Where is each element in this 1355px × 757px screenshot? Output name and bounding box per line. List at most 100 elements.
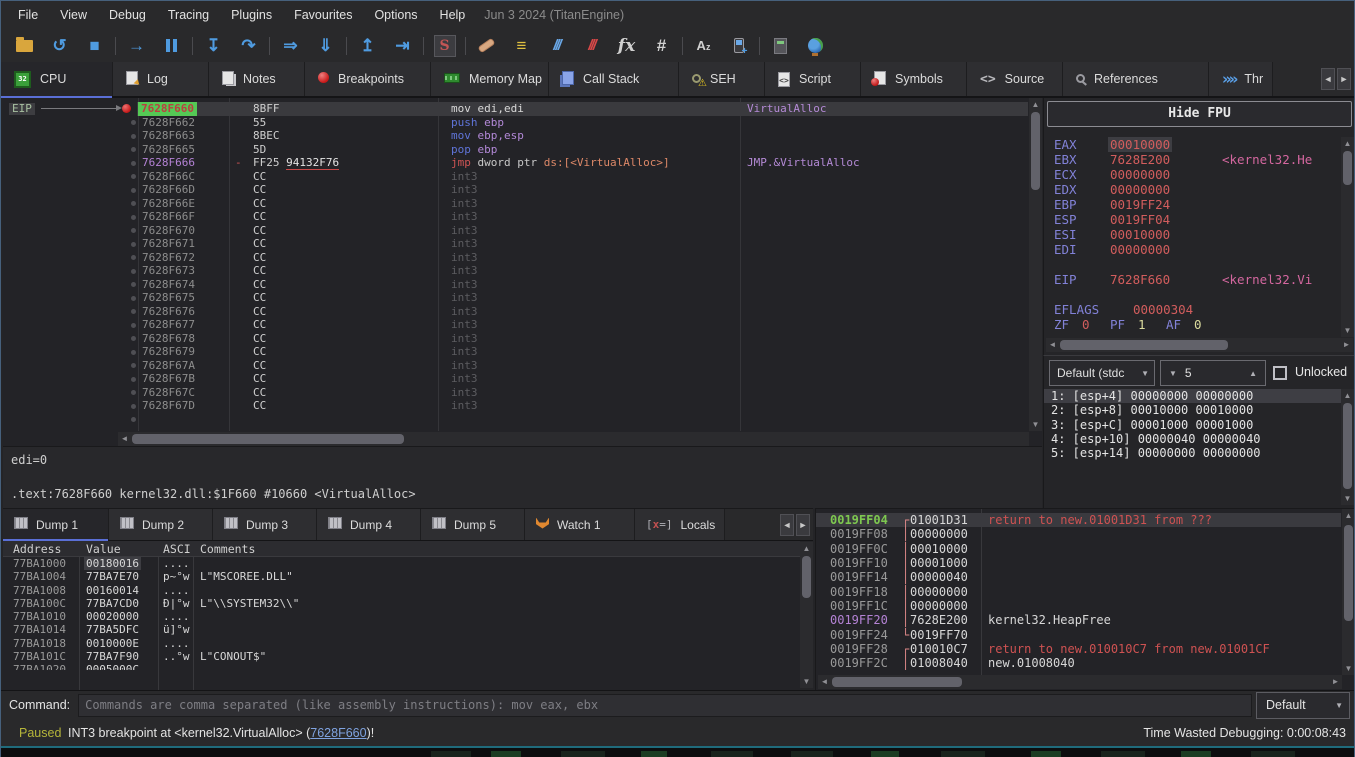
scroll-down-icon[interactable]: ▼ <box>1341 492 1354 505</box>
tab-source[interactable]: <>Source <box>967 62 1063 96</box>
tab-locals[interactable]: [x=]Locals <box>635 509 725 540</box>
row-dot-icon[interactable] <box>131 296 136 301</box>
row-dot-icon[interactable] <box>131 417 136 422</box>
disassembly-pane[interactable]: EIP 7628F6608BFFmov edi,ediVirtualAlloc7… <box>3 98 1042 446</box>
disassembly-row[interactable]: 7628F66ECCint3 <box>3 197 1028 211</box>
open-file-icon[interactable] <box>7 33 42 59</box>
scroll-left-icon[interactable]: ◄ <box>818 675 831 688</box>
functions-icon[interactable]: fx <box>609 33 644 59</box>
scroll-left-icon[interactable]: ◄ <box>1046 338 1059 351</box>
register-row[interactable]: EDI00000000 <box>1044 242 1341 257</box>
tab-call-stack[interactable]: Call Stack <box>549 62 679 96</box>
tab-cpu[interactable]: 32CPU <box>1 62 113 96</box>
row-dot-icon[interactable] <box>131 242 136 247</box>
menu-item-view[interactable]: View <box>49 1 98 29</box>
disassembly-row[interactable]: 7628F66CCCint3 <box>3 170 1028 184</box>
dump-vertical-scrollbar[interactable]: ▲ ▼ <box>800 542 813 688</box>
tab-references[interactable]: References <box>1063 62 1209 96</box>
row-dot-icon[interactable] <box>131 188 136 193</box>
argument-row[interactable]: 2: [esp+8] 00010000 00010000 <box>1044 403 1341 417</box>
calling-convention-dropdown[interactable]: Default (stdc ▼ <box>1049 360 1155 386</box>
disassembly-row[interactable]: 7628F67DCCint3 <box>3 399 1028 413</box>
register-row[interactable]: ESI00010000 <box>1044 227 1341 242</box>
labels-icon[interactable]: /// <box>539 33 574 59</box>
bookmarks-icon[interactable]: /// <box>574 33 609 59</box>
menu-item-favourites[interactable]: Favourites <box>283 1 363 29</box>
disassembly-row[interactable]: 7628F66DCCint3 <box>3 183 1028 197</box>
strings-icon[interactable]: Az <box>686 33 721 59</box>
disassembly-row[interactable]: 7628F679CCint3 <box>3 345 1028 359</box>
disassembly-row[interactable]: 7628F6655Dpop ebp <box>3 143 1028 157</box>
run-to-user-code-icon[interactable]: ⇥ <box>385 33 420 59</box>
argument-row[interactable]: 1: [esp+4] 00000000 00000000 <box>1044 389 1341 403</box>
disassembly-row[interactable]: 7628F676CCint3 <box>3 305 1028 319</box>
disassembly-row[interactable]: 7628F673CCint3 <box>3 264 1028 278</box>
tab-notes[interactable]: Notes <box>209 62 305 96</box>
stack-row[interactable]: 0019FF14│00000040 <box>816 570 1341 584</box>
internet-icon[interactable] <box>798 33 833 59</box>
registers-vertical-scrollbar[interactable]: ▲ ▼ <box>1341 137 1354 337</box>
breakpoint-dot-icon[interactable] <box>122 104 131 113</box>
disassembly-row[interactable]: 7628F66255push ebp <box>3 116 1028 130</box>
step-into-icon[interactable]: ↧ <box>196 33 231 59</box>
argument-row[interactable]: 5: [esp+14] 00000000 00000000 <box>1044 446 1341 460</box>
tab-watch-1[interactable]: Watch 1 <box>525 509 635 540</box>
scroll-thumb[interactable] <box>1343 403 1352 489</box>
dump-table[interactable]: AddressValueASCIComments 77BA10000018001… <box>3 541 800 690</box>
row-dot-icon[interactable] <box>131 269 136 274</box>
trace-into-icon[interactable]: ⇓ <box>308 33 343 59</box>
breakpoint-address-link[interactable]: 7628F660 <box>310 726 366 740</box>
tab-log[interactable]: Log <box>113 62 209 96</box>
row-dot-icon[interactable] <box>131 120 136 125</box>
row-dot-icon[interactable] <box>131 309 136 314</box>
scroll-thumb[interactable] <box>1343 151 1352 185</box>
command-profile-dropdown[interactable]: Default ▼ <box>1256 692 1350 719</box>
dump-row[interactable]: 77BA100800160014.... <box>3 584 800 597</box>
column-header[interactable]: Value <box>86 541 121 557</box>
restart-icon[interactable]: ↺ <box>42 33 77 59</box>
tab-scroll-right-icon[interactable]: ► <box>796 514 810 536</box>
row-dot-icon[interactable] <box>131 228 136 233</box>
tab-scroll-left-icon[interactable]: ◄ <box>780 514 794 536</box>
row-dot-icon[interactable] <box>131 134 136 139</box>
stack-horizontal-scrollbar[interactable]: ◄ ► <box>818 675 1342 689</box>
stack-row[interactable]: 0019FF24└0019FF70 <box>816 628 1341 642</box>
unlocked-checkbox[interactable] <box>1273 366 1287 380</box>
hash-icon[interactable]: # <box>644 33 679 59</box>
register-row[interactable]: ZF0PF1AF0 <box>1044 317 1341 332</box>
register-row[interactable]: EBX7628E200<kernel32.He <box>1044 152 1341 167</box>
row-dot-icon[interactable] <box>131 390 136 395</box>
argument-count-spinner[interactable]: ▼ 5 ▲ <box>1160 360 1266 386</box>
stack-row[interactable]: 0019FF10│00001000 <box>816 556 1341 570</box>
tab-breakpoints[interactable]: Breakpoints <box>305 62 431 96</box>
menu-item-help[interactable]: Help <box>429 1 477 29</box>
scroll-right-icon[interactable]: ► <box>1329 675 1342 688</box>
dump-row[interactable]: 77BA101477BA5DFCü]°w <box>3 623 800 636</box>
scroll-up-icon[interactable]: ▲ <box>1341 137 1354 150</box>
scroll-down-icon[interactable]: ▼ <box>1029 418 1042 431</box>
stack-row[interactable]: 0019FF08│00000000 <box>816 527 1341 541</box>
tab-scroll-left-icon[interactable]: ◄ <box>1321 68 1335 90</box>
row-dot-icon[interactable] <box>131 363 136 368</box>
stack-row[interactable]: 0019FF18│00000000 <box>816 585 1341 599</box>
dump-row[interactable]: 77BA10200005000C <box>3 663 800 670</box>
patches-icon[interactable] <box>469 33 504 59</box>
dump-row[interactable]: 77BA101C77BA7F90..°wL"CONOUT$" <box>3 650 800 663</box>
column-header[interactable]: Comments <box>200 541 255 557</box>
register-row[interactable]: ESP0019FF04 <box>1044 212 1341 227</box>
tab-dump-5[interactable]: Dump 5 <box>421 509 525 540</box>
register-row[interactable]: EDX00000000 <box>1044 182 1341 197</box>
dump-row[interactable]: 77BA100000180016.... <box>3 557 800 570</box>
scroll-down-icon[interactable]: ▼ <box>1341 324 1354 337</box>
stack-row[interactable]: 0019FF04┌01001D31return to new.01001D31 … <box>816 513 1341 527</box>
stack-row[interactable]: 0019FF20│7628E200kernel32.HeapFree <box>816 613 1341 627</box>
row-dot-icon[interactable] <box>131 201 136 206</box>
disassembly-row[interactable]: 7628F66FCCint3 <box>3 210 1028 224</box>
disassembly-row[interactable]: 7628F672CCint3 <box>3 251 1028 265</box>
tab-dump-2[interactable]: Dump 2 <box>109 509 213 540</box>
arguments-vertical-scrollbar[interactable]: ▲ ▼ <box>1341 389 1354 505</box>
row-dot-icon[interactable] <box>131 255 136 260</box>
row-dot-icon[interactable] <box>131 377 136 382</box>
spinner-decrement-icon[interactable]: ▼ <box>1161 369 1185 378</box>
column-header[interactable]: Address <box>13 541 61 557</box>
